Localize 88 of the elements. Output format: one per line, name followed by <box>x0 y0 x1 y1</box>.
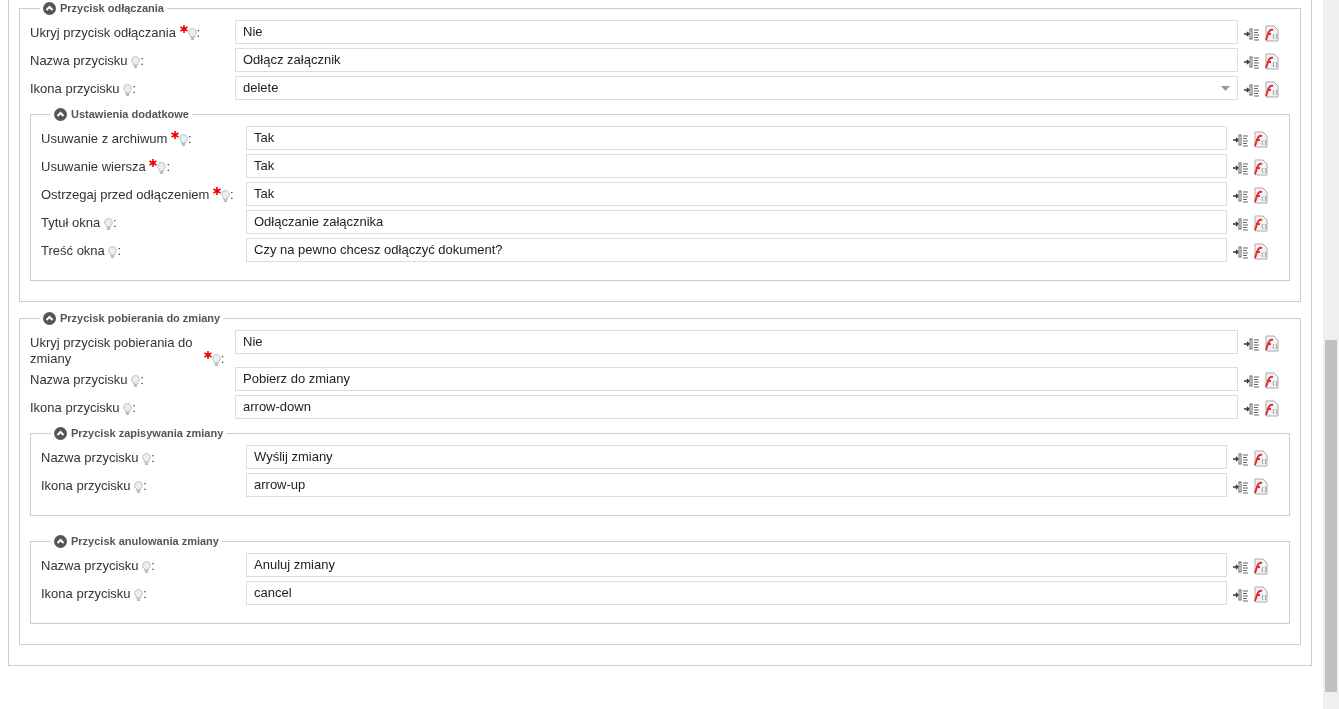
scrollbar[interactable] <box>1323 0 1339 709</box>
function-file-icon[interactable] <box>1251 586 1268 603</box>
field-label: Ikona przycisku <box>30 81 120 97</box>
section-title: Przycisk odłączania <box>60 2 164 14</box>
function-file-icon[interactable] <box>1251 159 1268 176</box>
function-file-icon[interactable] <box>1262 25 1279 42</box>
field-label: Ikona przycisku <box>41 586 131 602</box>
collapse-icon[interactable] <box>43 311 56 325</box>
collapse-icon[interactable] <box>43 1 56 15</box>
label-colon: : <box>220 351 225 366</box>
label-colon: : <box>132 81 136 96</box>
text-field[interactable]: cancel <box>246 581 1227 605</box>
insert-list-icon[interactable] <box>1233 188 1248 203</box>
text-field[interactable]: Czy na pewno chcesz odłączyć dokument? <box>246 238 1227 262</box>
insert-list-icon[interactable] <box>1244 336 1259 351</box>
field-label: Ukryj przycisk odłączania <box>30 25 176 41</box>
section-title: Przycisk zapisywania zmiany <box>71 427 224 439</box>
field-label: Ukryj przycisk pobierania do zmiany <box>30 335 194 367</box>
field-label: Ostrzegaj przed odłączeniem <box>41 187 210 203</box>
label-colon: : <box>196 25 201 40</box>
insert-list-icon[interactable] <box>1244 373 1259 388</box>
insert-list-icon[interactable] <box>1233 451 1248 466</box>
insert-list-icon[interactable] <box>1233 587 1248 602</box>
function-file-icon[interactable] <box>1251 215 1268 232</box>
text-field[interactable]: arrow-up <box>246 473 1227 497</box>
function-file-icon[interactable] <box>1262 335 1279 352</box>
text-field[interactable]: Odłącz załącznik <box>235 48 1238 72</box>
function-file-icon[interactable] <box>1251 558 1268 575</box>
text-field[interactable]: Odłączanie załącznika <box>246 210 1227 234</box>
field-label: Tytuł okna <box>41 215 101 231</box>
field-label: Nazwa przycisku <box>41 558 139 574</box>
text-field[interactable]: Wyślij zmiany <box>246 445 1227 469</box>
collapse-icon[interactable] <box>54 426 67 440</box>
field-label: Nazwa przycisku <box>30 372 128 388</box>
label-colon: : <box>140 53 144 68</box>
label-colon: : <box>230 187 234 202</box>
insert-list-icon[interactable] <box>1244 54 1259 69</box>
label-colon: : <box>132 400 136 415</box>
field-label: Nazwa przycisku <box>30 53 128 69</box>
text-field[interactable]: Tak <box>246 154 1227 178</box>
function-file-icon[interactable] <box>1251 243 1268 260</box>
insert-list-icon[interactable] <box>1233 160 1248 175</box>
collapse-icon[interactable] <box>54 534 67 548</box>
label-colon: : <box>188 131 192 146</box>
insert-list-icon[interactable] <box>1244 401 1259 416</box>
field-label: Ikona przycisku <box>41 478 131 494</box>
field-label: Treść okna <box>41 243 105 259</box>
label-colon: : <box>151 450 155 465</box>
text-field[interactable]: Nie <box>235 20 1238 44</box>
field-label: Usuwanie wiersza <box>41 159 146 175</box>
collapse-icon[interactable] <box>54 107 67 121</box>
label-colon: : <box>117 243 122 258</box>
text-field[interactable]: Nie <box>235 330 1238 354</box>
label-colon: : <box>112 215 117 230</box>
function-file-icon[interactable] <box>1262 53 1279 70</box>
function-file-icon[interactable] <box>1251 187 1268 204</box>
insert-list-icon[interactable] <box>1233 559 1248 574</box>
label-colon: : <box>166 159 170 174</box>
field-label: Usuwanie z archiwum <box>41 131 168 147</box>
text-field[interactable]: arrow-down <box>235 395 1238 419</box>
function-file-icon[interactable] <box>1251 131 1268 148</box>
insert-list-icon[interactable] <box>1244 26 1259 41</box>
section-title: Ustawienia dodatkowe <box>71 108 189 120</box>
text-field[interactable]: Anuluj zmiany <box>246 553 1227 577</box>
text-field[interactable]: Tak <box>246 126 1227 150</box>
text-field[interactable]: Pobierz do zmiany <box>235 367 1238 391</box>
scrollbar-thumb[interactable] <box>1325 340 1337 692</box>
label-colon: : <box>140 372 144 387</box>
insert-list-icon[interactable] <box>1233 479 1248 494</box>
field-label: Ikona przycisku <box>30 400 120 416</box>
section-title: Przycisk anulowania zmiany <box>71 535 219 547</box>
insert-list-icon[interactable] <box>1244 82 1259 97</box>
function-file-icon[interactable] <box>1262 372 1279 389</box>
function-file-icon[interactable] <box>1262 81 1279 98</box>
function-file-icon[interactable] <box>1262 400 1279 417</box>
function-file-icon[interactable] <box>1251 450 1268 467</box>
field-label: Nazwa przycisku <box>41 450 139 466</box>
caret-icon[interactable] <box>1221 85 1230 91</box>
dropdown-field[interactable]: delete <box>235 76 1238 100</box>
section-title: Przycisk pobierania do zmiany <box>60 312 221 324</box>
insert-list-icon[interactable] <box>1233 244 1248 259</box>
function-file-icon[interactable] <box>1251 478 1268 495</box>
insert-list-icon[interactable] <box>1233 132 1248 147</box>
label-colon: : <box>143 586 147 601</box>
label-colon: : <box>143 478 147 493</box>
text-field[interactable]: Tak <box>246 182 1227 206</box>
label-colon: : <box>151 558 155 573</box>
insert-list-icon[interactable] <box>1233 216 1248 231</box>
